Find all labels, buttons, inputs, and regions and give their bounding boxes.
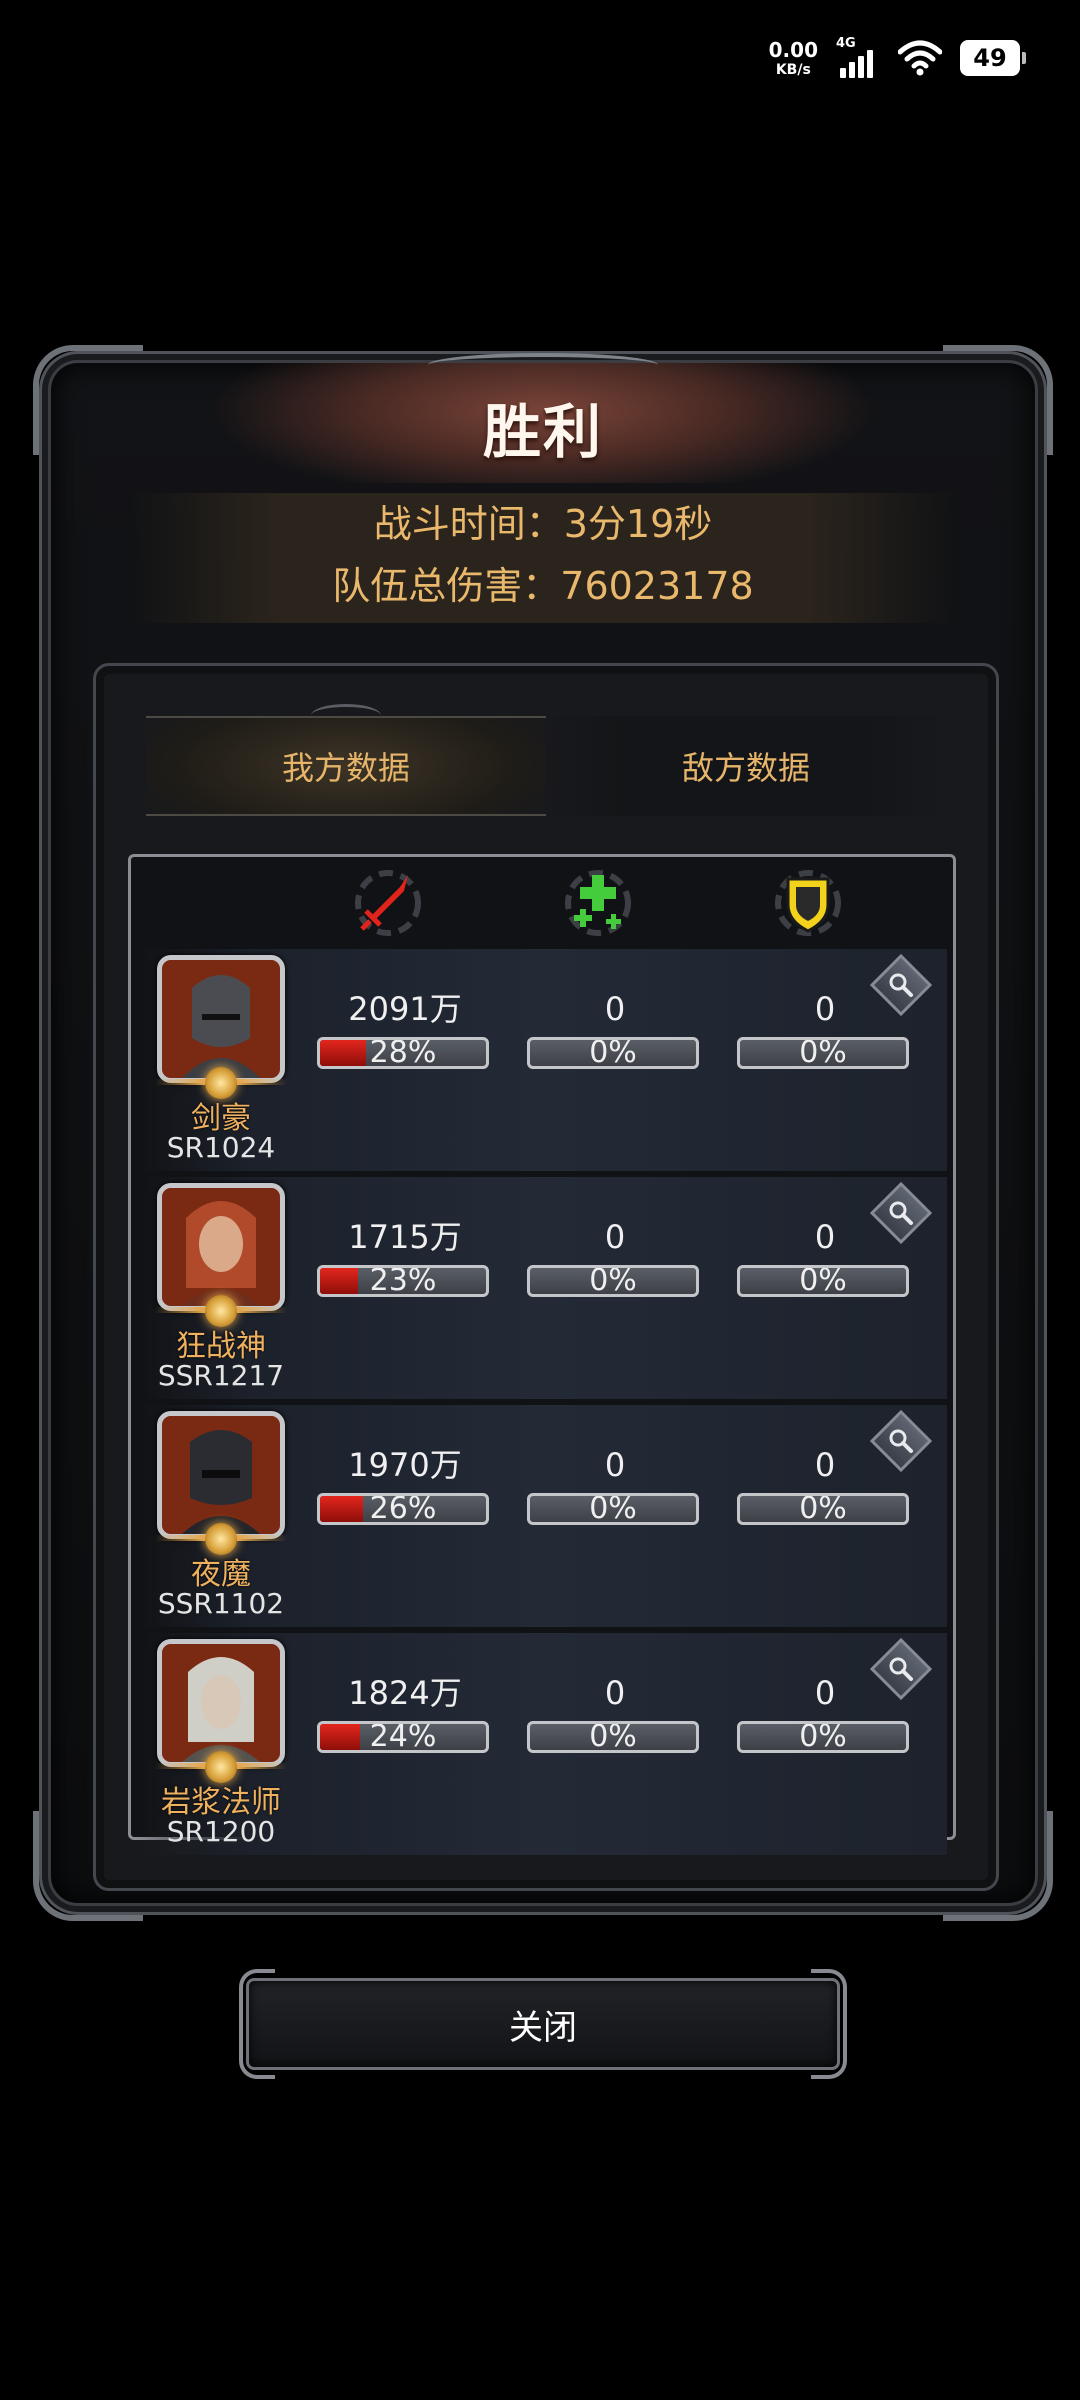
heal-value: 0	[604, 1446, 626, 1484]
wifi-icon	[898, 40, 942, 76]
data-tabs: 我方数据 敌方数据	[146, 716, 946, 816]
damage-value: 1970万	[348, 1446, 462, 1484]
heal-stat: 0 0%	[527, 1673, 703, 1753]
stat-header	[131, 857, 953, 947]
heal-percent: 0%	[589, 1721, 637, 1753]
sword-icon	[346, 861, 430, 945]
battery-indicator: 49	[960, 40, 1026, 76]
hero-rows: 剑豪 SR1024 2091万 28% 0 0% 0 0% 狂战神 SSR121…	[137, 949, 947, 1861]
battle-summary: 战斗时间：3分19秒 队伍总伤害：76023178	[131, 493, 955, 623]
hero-row: 剑豪 SR1024 2091万 28% 0 0% 0 0%	[137, 949, 947, 1171]
tab-enemy-data[interactable]: 敌方数据	[546, 716, 946, 816]
damage-percent: 24%	[369, 1721, 437, 1753]
hero-portrait[interactable]	[157, 1183, 285, 1311]
damage-value: 2091万	[348, 990, 462, 1028]
network-type: 4G	[836, 36, 856, 51]
damage-value: 1715万	[348, 1218, 462, 1256]
heal-percent: 0%	[589, 1493, 637, 1525]
heal-cross-icon	[556, 861, 640, 945]
heal-percent: 0%	[589, 1265, 637, 1297]
hero-rank: SR1024	[166, 1131, 276, 1164]
network-speed-unit: KB/s	[775, 61, 811, 78]
damage-stat: 1970万 26%	[317, 1445, 493, 1525]
network-speed-value: 0.00	[768, 37, 818, 62]
heal-value: 0	[604, 1674, 626, 1712]
title-ornament	[428, 353, 658, 377]
hero-row: 狂战神 SSR1217 1715万 23% 0 0% 0 0%	[137, 1177, 947, 1399]
defense-percent: 0%	[799, 1265, 847, 1297]
hero-portrait[interactable]	[157, 1411, 285, 1539]
heal-stat: 0 0%	[527, 989, 703, 1069]
damage-percent: 26%	[369, 1493, 437, 1525]
result-title: 胜利	[482, 398, 603, 466]
damage-value: 1824万	[348, 1674, 462, 1712]
defense-bar: 0%	[737, 1037, 909, 1069]
damage-stat: 2091万 28%	[317, 989, 493, 1069]
hero-row: 岩浆法师 SR1200 1824万 24% 0 0% 0 0%	[137, 1633, 947, 1855]
heal-bar: 0%	[527, 1265, 699, 1297]
heal-percent: 0%	[589, 1037, 637, 1069]
damage-bar: 23%	[317, 1265, 489, 1297]
defense-bar: 0%	[737, 1721, 909, 1753]
shield-icon	[766, 861, 850, 945]
damage-stat: 1824万 24%	[317, 1673, 493, 1753]
damage-percent: 28%	[369, 1037, 437, 1069]
defense-bar: 0%	[737, 1265, 909, 1297]
hero-rank: SSR1217	[157, 1359, 285, 1392]
damage-stat: 1715万 23%	[317, 1217, 493, 1297]
defense-percent: 0%	[799, 1721, 847, 1753]
hero-row: 夜魔 SSR1102 1970万 26% 0 0% 0 0%	[137, 1405, 947, 1627]
data-area: 我方数据 敌方数据 剑豪 SR1024 2091万 28% 0 0% 0 0% …	[93, 663, 999, 1891]
heal-value: 0	[604, 1218, 626, 1256]
heal-bar: 0%	[527, 1037, 699, 1069]
damage-bar: 26%	[317, 1493, 489, 1525]
heal-stat: 0 0%	[527, 1445, 703, 1525]
battle-time: 战斗时间：3分19秒	[373, 502, 713, 546]
tab-our-data[interactable]: 我方数据	[146, 716, 546, 816]
heal-bar: 0%	[527, 1493, 699, 1525]
hero-stats-table: 剑豪 SR1024 2091万 28% 0 0% 0 0% 狂战神 SSR121…	[128, 854, 956, 1855]
hero-rank: SSR1102	[157, 1587, 285, 1620]
damage-bar: 24%	[317, 1721, 489, 1753]
hero-portrait[interactable]	[157, 955, 285, 1083]
team-total-damage: 队伍总伤害：76023178	[332, 564, 754, 608]
damage-bar: 28%	[317, 1037, 489, 1069]
network-speed: 0.00 KB/s	[769, 40, 818, 77]
heal-stat: 0 0%	[527, 1217, 703, 1297]
defense-percent: 0%	[799, 1037, 847, 1069]
close-button[interactable]: 关闭	[239, 1969, 847, 2079]
heal-value: 0	[604, 990, 626, 1028]
hero-rank: SR1200	[166, 1815, 276, 1848]
status-bar: 0.00 KB/s 4G 49	[769, 30, 1026, 86]
title-banner: 胜利	[51, 353, 1035, 483]
battle-result-panel: 胜利 战斗时间：3分19秒 队伍总伤害：76023178 我方数据 敌方数据 剑…	[33, 345, 1053, 1921]
defense-bar: 0%	[737, 1493, 909, 1525]
heal-bar: 0%	[527, 1721, 699, 1753]
cellular-signal-icon: 4G	[836, 36, 880, 78]
defense-percent: 0%	[799, 1493, 847, 1525]
damage-percent: 23%	[369, 1265, 437, 1297]
hero-portrait[interactable]	[157, 1639, 285, 1767]
